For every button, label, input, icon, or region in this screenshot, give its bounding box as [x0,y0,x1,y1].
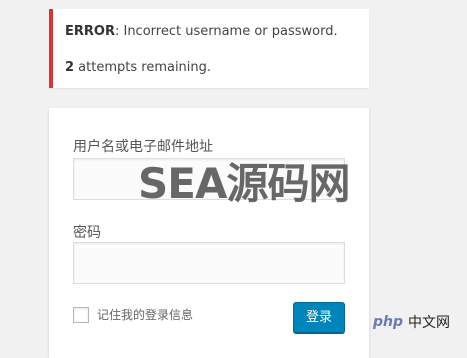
error-text: : Incorrect username or password. [114,24,338,39]
username-input[interactable] [73,158,345,200]
password-label: 密码 [73,225,101,241]
php-logo: php [373,314,404,330]
login-button[interactable]: 登录 [293,302,345,333]
remember-me-label: 记住我的登录信息 [97,308,194,322]
php-site-text: 中文网 [408,315,451,331]
remember-me-checkbox[interactable] [73,306,89,323]
login-form: 用户名或电子邮件地址 密码 记住我的登录信息 登录 [49,108,369,358]
login-error-notice: ERROR: Incorrect username or password. 2… [49,9,369,88]
attempts-count: 2 [65,60,75,75]
attempts-text: attempts remaining. [74,60,212,75]
remember-me[interactable]: 记住我的登录信息 [73,306,193,323]
username-label: 用户名或电子邮件地址 [73,139,213,155]
attempts-remaining: 2 attempts remaining. [65,59,369,76]
error-message: ERROR: Incorrect username or password. [65,23,369,40]
error-prefix: ERROR [65,24,115,39]
php-site-badge: php 中文网 [373,312,450,332]
password-input[interactable] [73,242,345,284]
